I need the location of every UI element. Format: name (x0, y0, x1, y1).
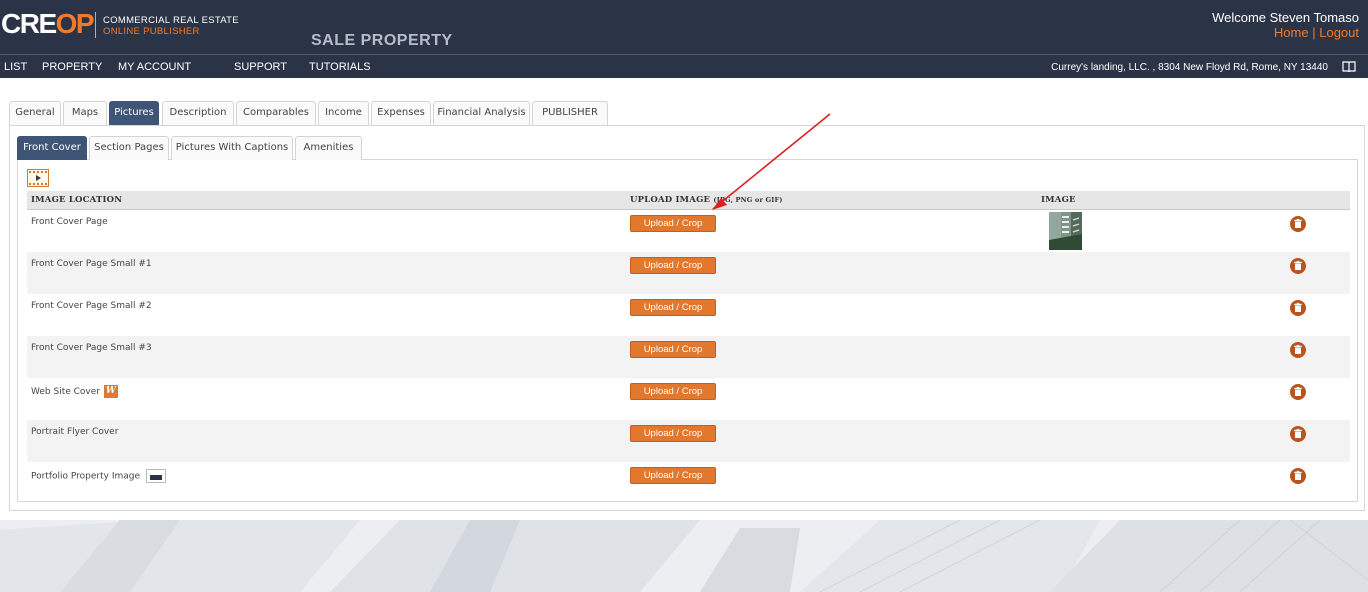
row-location: Portfolio Property Image (31, 469, 167, 483)
main-nav: LIST PROPERTY MY ACCOUNT SUPPORT TUTORIA… (0, 54, 1368, 78)
monitor-icon (146, 469, 167, 483)
background-skyline (0, 520, 1368, 592)
subtab-front-cover[interactable]: Front Cover (17, 136, 87, 160)
logo-text-orange: OP (55, 8, 95, 39)
table-header: IMAGE LOCATION UPLOAD IMAGE (JPG, PNG or… (27, 191, 1350, 210)
logo-line-2: ONLINE PUBLISHER (103, 26, 200, 37)
tab-maps[interactable]: Maps (63, 101, 107, 125)
nav-list[interactable]: LIST (4, 61, 27, 74)
delete-trash-icon[interactable] (1290, 300, 1306, 316)
header-image-location: IMAGE LOCATION (31, 195, 123, 205)
upload-crop-button[interactable]: Upload / Crop (630, 299, 716, 316)
app-header: CREOP COMMERCIAL REAL ESTATE ONLINE PUBL… (0, 0, 1368, 54)
delete-trash-icon[interactable] (1290, 216, 1306, 232)
row-location-text: Portfolio Property Image (31, 471, 141, 482)
nav-property[interactable]: PROPERTY (42, 61, 102, 74)
welcome-block: Welcome Steven Tomaso Home | Logout (1212, 10, 1359, 40)
header-upload-formats: (JPG, PNG or GIF) (713, 196, 783, 204)
logo-subtitle: COMMERCIAL REAL ESTATE ONLINE PUBLISHER (103, 15, 239, 37)
upload-crop-button[interactable]: Upload / Crop (630, 215, 716, 232)
logout-link[interactable]: Logout (1319, 25, 1359, 40)
subtab-section-pages[interactable]: Section Pages (89, 136, 169, 160)
header-links: Home | Logout (1212, 25, 1359, 40)
delete-trash-icon[interactable] (1290, 258, 1306, 274)
row-location: Front Cover Page (31, 217, 108, 227)
header-upload-text: UPLOAD IMAGE (630, 195, 711, 205)
header-upload-image: UPLOAD IMAGE (JPG, PNG or GIF) (630, 195, 783, 205)
delete-trash-icon[interactable] (1290, 342, 1306, 358)
tab-comparables[interactable]: Comparables (236, 101, 316, 125)
logo-divider (95, 12, 96, 38)
row-location: Front Cover Page Small #3 (31, 343, 152, 353)
nav-my-account[interactable]: MY ACCOUNT (118, 61, 191, 74)
image-thumbnail[interactable] (1049, 212, 1082, 250)
table-row: Web Site Cover W Upload / Crop (27, 378, 1350, 420)
header-image: IMAGE (1041, 195, 1076, 205)
tab-pictures[interactable]: Pictures (109, 101, 159, 125)
logo[interactable]: CREOP (1, 8, 95, 39)
tab-publisher[interactable]: PUBLISHER (532, 101, 608, 125)
skyline-illustration (0, 520, 1368, 592)
delete-trash-icon[interactable] (1290, 426, 1306, 442)
book-icon[interactable] (1342, 61, 1356, 73)
row-location: Front Cover Page Small #1 (31, 259, 152, 269)
table-row: Portfolio Property Image Upload / Crop (27, 462, 1350, 504)
table-row: Front Cover Page Small #1 Upload / Crop (27, 252, 1350, 294)
home-link[interactable]: Home (1274, 25, 1309, 40)
upload-crop-button[interactable]: Upload / Crop (630, 425, 716, 442)
subtab-pictures-with-captions[interactable]: Pictures With Captions (171, 136, 293, 160)
page-title: SALE PROPERTY (311, 32, 453, 49)
delete-trash-icon[interactable] (1290, 468, 1306, 484)
website-w-icon: W (103, 385, 118, 398)
welcome-text: Welcome Steven Tomaso (1212, 10, 1359, 25)
upload-crop-button[interactable]: Upload / Crop (630, 341, 716, 358)
building-photo-icon (1049, 212, 1082, 250)
logo-line-1: COMMERCIAL REAL ESTATE (103, 15, 239, 26)
row-location: Front Cover Page Small #2 (31, 301, 152, 311)
film-play-icon[interactable] (27, 169, 49, 187)
nav-support[interactable]: SUPPORT (234, 61, 287, 74)
table-row: Front Cover Page Upload / Crop (27, 210, 1350, 252)
upload-crop-button[interactable]: Upload / Crop (630, 257, 716, 274)
row-location: Portrait Flyer Cover (31, 427, 119, 437)
table-row: Front Cover Page Small #3 Upload / Crop (27, 336, 1350, 378)
upload-crop-button[interactable]: Upload / Crop (630, 467, 716, 484)
property-address: Currey's landing, LLC. , 8304 New Floyd … (1051, 62, 1328, 73)
tab-expenses[interactable]: Expenses (371, 101, 431, 125)
tab-description[interactable]: Description (162, 101, 234, 125)
upload-crop-button[interactable]: Upload / Crop (630, 383, 716, 400)
table-row: Front Cover Page Small #2 Upload / Crop (27, 294, 1350, 336)
tab-general[interactable]: General (9, 101, 61, 125)
row-location-text: Web Site Cover (31, 387, 100, 397)
delete-trash-icon[interactable] (1290, 384, 1306, 400)
tab-financial-analysis[interactable]: Financial Analysis (433, 101, 530, 125)
row-location: Web Site Cover W (31, 385, 118, 398)
link-separator: | (1312, 25, 1316, 40)
subtab-amenities[interactable]: Amenities (295, 136, 362, 160)
table-row: Portrait Flyer Cover Upload / Crop (27, 420, 1350, 462)
tab-income[interactable]: Income (318, 101, 369, 125)
logo-text-white: CRE (1, 8, 57, 39)
nav-tutorials[interactable]: TUTORIALS (309, 61, 371, 74)
